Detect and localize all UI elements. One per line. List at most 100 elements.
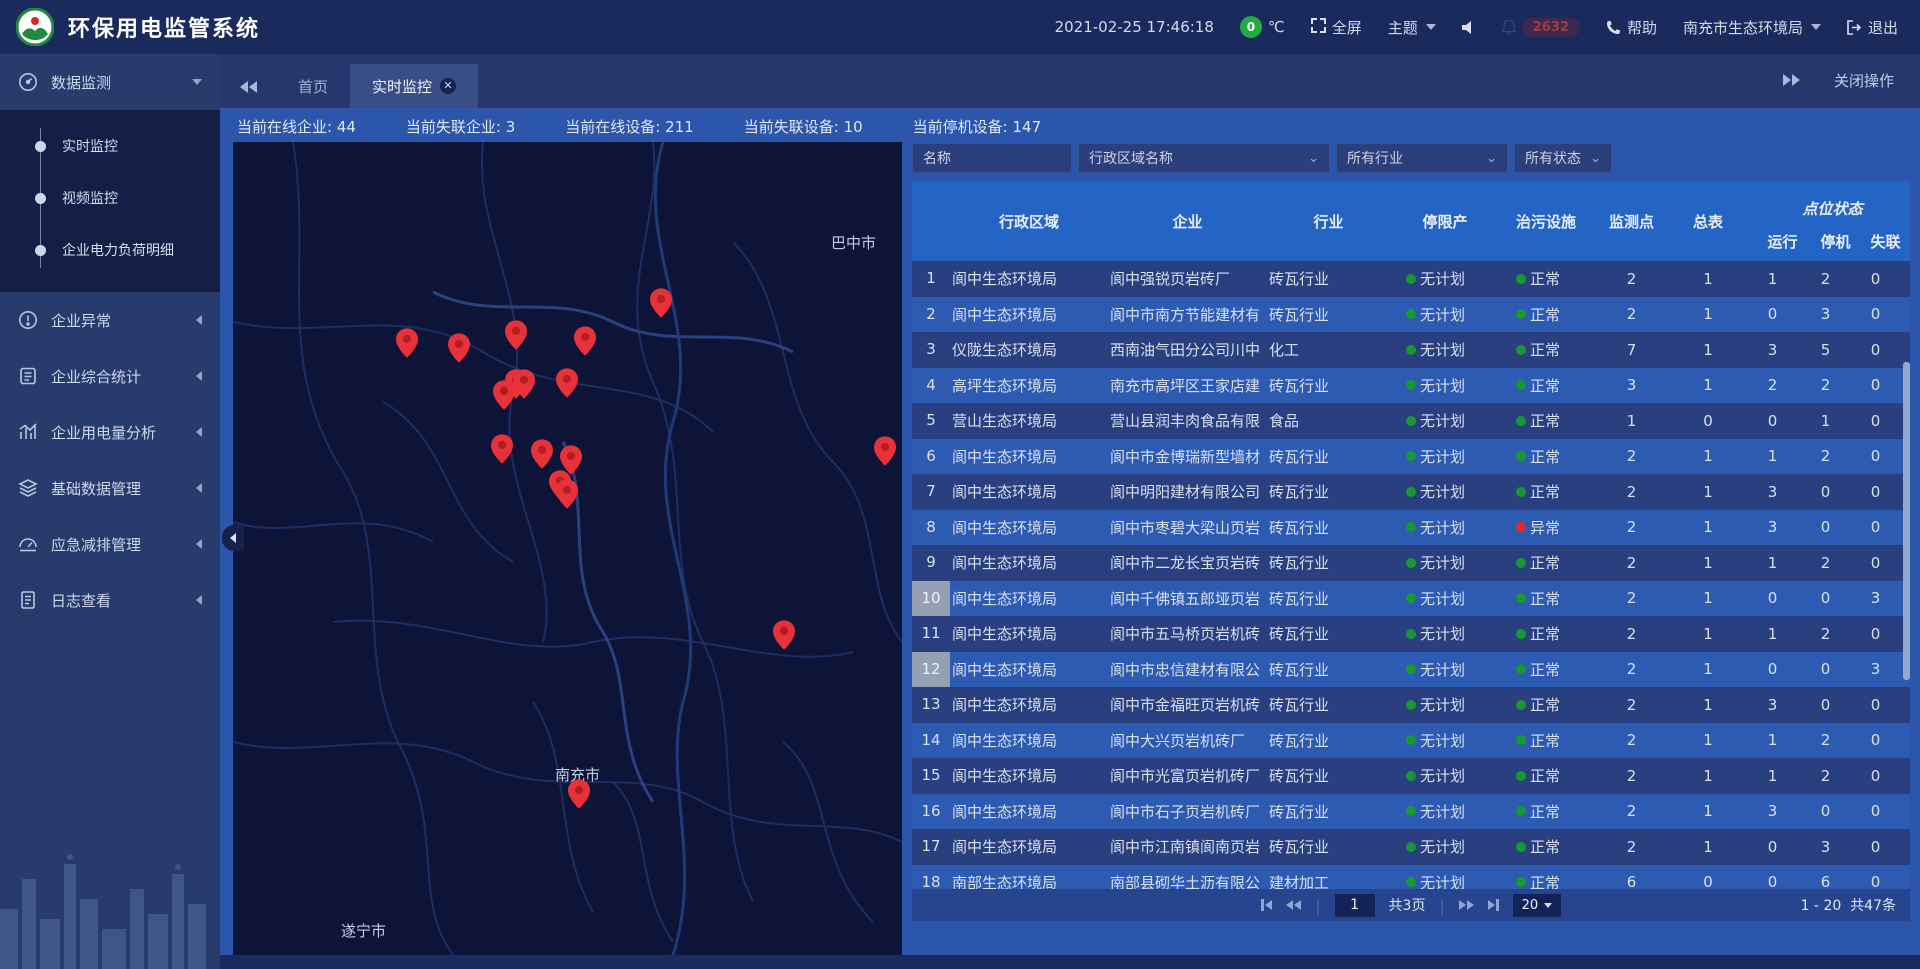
- facility-status-label: 正常: [1530, 481, 1560, 502]
- cell-stop: 3: [1800, 305, 1851, 323]
- last-page-button[interactable]: [1488, 899, 1499, 911]
- cell-industry: 建材加工: [1267, 872, 1390, 889]
- help-button[interactable]: 帮助: [1606, 17, 1657, 38]
- cell-stop: 2: [1800, 376, 1851, 394]
- total-pages-label: 共3页: [1389, 895, 1426, 915]
- cell-meter: 1: [1671, 625, 1745, 643]
- row-index: 17: [912, 829, 950, 865]
- table-row[interactable]: 9阆中生态环境局阆中市二龙长宝页岩砖砖瓦行业无计划正常21120: [912, 545, 1910, 581]
- table-row[interactable]: 13阆中生态环境局阆中市金福旺页岩机砖砖瓦行业无计划正常21300: [912, 687, 1910, 723]
- sound-button[interactable]: [1462, 21, 1476, 34]
- sidebar-item-3[interactable]: 基础数据管理: [0, 460, 220, 516]
- cell-run: 2: [1745, 376, 1800, 394]
- sidebar-item-0[interactable]: 企业异常: [0, 292, 220, 348]
- table-row[interactable]: 5营山生态环境局营山县润丰肉食品有限食品无计划正常10010: [912, 403, 1910, 439]
- map-pin-6[interactable]: [493, 380, 515, 410]
- region-filter-dropdown[interactable]: 行政区域名称 ⌄: [1078, 143, 1330, 173]
- table-row[interactable]: 16阆中生态环境局阆中市石子页岩机砖厂砖瓦行业无计划正常21300: [912, 794, 1910, 830]
- map-pin-14[interactable]: [874, 436, 896, 466]
- facility-status-label: 正常: [1530, 872, 1560, 889]
- table-row[interactable]: 11阆中生态环境局阆中市五马桥页岩机砖砖瓦行业无计划正常21120: [912, 616, 1910, 652]
- table-row[interactable]: 14阆中生态环境局阆中大兴页岩机砖厂砖瓦行业无计划正常21120: [912, 723, 1910, 759]
- org-dropdown[interactable]: 南充市生态环境局: [1683, 17, 1821, 38]
- sidebar-item-label: 企业综合统计: [51, 366, 196, 387]
- industry-filter-dropdown[interactable]: 所有行业 ⌄: [1336, 143, 1508, 173]
- sidebar-subitem-2[interactable]: 企业电力负荷明细: [0, 224, 220, 276]
- report-icon: [18, 366, 38, 386]
- facility-status-label: 正常: [1530, 375, 1560, 396]
- sidebar-subitem-0[interactable]: 实时监控: [0, 120, 220, 172]
- cell-meter: 1: [1671, 518, 1745, 536]
- col-stop: 停机: [1810, 231, 1861, 252]
- tab-realtime-monitor[interactable]: 实时监控 ✕: [350, 64, 478, 108]
- prev-page-button[interactable]: [1286, 900, 1301, 910]
- phone-icon: [1606, 20, 1621, 35]
- cell-industry: 化工: [1267, 339, 1390, 360]
- map-pin-2[interactable]: [505, 320, 527, 350]
- map-pin-8[interactable]: [556, 368, 578, 398]
- table-row[interactable]: 7阆中生态环境局阆中明阳建材有限公司砖瓦行业无计划正常21300: [912, 474, 1910, 510]
- bullet-dot-icon: [35, 245, 46, 256]
- map-panel[interactable]: 巴中市南充市遂宁市: [233, 142, 902, 955]
- sidebar-item-data-monitor[interactable]: 数据监测: [0, 54, 220, 110]
- map-pin-9[interactable]: [491, 434, 513, 464]
- cell-stop: 3: [1800, 838, 1851, 856]
- name-filter-input[interactable]: [912, 143, 1072, 173]
- cell-meter: 1: [1671, 270, 1745, 288]
- map-pin-1[interactable]: [448, 333, 470, 363]
- notification-area[interactable]: 2632: [1502, 18, 1580, 37]
- map-pin-4[interactable]: [650, 288, 672, 318]
- map-pin-3[interactable]: [574, 326, 596, 356]
- sidebar-subitem-label: 实时监控: [62, 136, 118, 156]
- map-pin-7[interactable]: [513, 369, 535, 399]
- table-row[interactable]: 15阆中生态环境局阆中市光富页岩机砖厂砖瓦行业无计划正常21120: [912, 758, 1910, 794]
- table-row[interactable]: 1阆中生态环境局阆中强锐页岩砖厂砖瓦行业无计划正常21120: [912, 261, 1910, 297]
- map-pin-0[interactable]: [396, 328, 418, 358]
- tabs-scroll-right-button[interactable]: [1783, 74, 1800, 86]
- map-pin-13[interactable]: [556, 479, 578, 509]
- table-row[interactable]: 10阆中生态环境局阆中千佛镇五郎垭页岩砖瓦行业无计划正常21003: [912, 581, 1910, 617]
- tabs-scroll-left-button[interactable]: [220, 66, 276, 108]
- limit-status-label: 无计划: [1420, 836, 1465, 857]
- sidebar-item-label: 应急减排管理: [51, 534, 196, 555]
- sidebar-item-1[interactable]: 企业综合统计: [0, 348, 220, 404]
- map-pin-10[interactable]: [531, 439, 553, 469]
- table-row[interactable]: 4高坪生态环境局南充市高坪区王家店建砖瓦行业无计划正常31220: [912, 368, 1910, 404]
- table-scrollbar-thumb[interactable]: [1903, 362, 1910, 680]
- table-row[interactable]: 8阆中生态环境局阆中市枣碧大梁山页岩砖瓦行业无计划异常21300: [912, 510, 1910, 546]
- map-collapse-handle[interactable]: [222, 525, 244, 551]
- temperature-badge: 0: [1240, 16, 1262, 38]
- chevron-down-icon: ⌄: [1308, 151, 1319, 166]
- theme-dropdown[interactable]: 主题: [1388, 17, 1436, 38]
- close-icon[interactable]: ✕: [440, 78, 456, 94]
- table-row[interactable]: 3仪陇生态环境局西南油气田分公司川中化工无计划正常71350: [912, 332, 1910, 368]
- page-size-select[interactable]: 20: [1513, 894, 1561, 917]
- stat-item-4: 当前停机设备: 147: [913, 116, 1041, 137]
- sidebar-subitem-label: 企业电力负荷明细: [62, 240, 174, 260]
- cell-company: 阆中市金福旺页岩机砖: [1108, 694, 1267, 715]
- temperature-unit: ℃: [1268, 18, 1285, 36]
- table-row[interactable]: 6阆中生态环境局阆中市金博瑞新型墙材砖瓦行业无计划正常21120: [912, 439, 1910, 475]
- tab-home[interactable]: 首页: [276, 64, 350, 108]
- sidebar-item-4[interactable]: 应急减排管理: [0, 516, 220, 572]
- next-page-button[interactable]: [1459, 900, 1474, 910]
- fullscreen-button[interactable]: 全屏: [1311, 17, 1362, 38]
- map-pin-15[interactable]: [773, 620, 795, 650]
- first-page-button[interactable]: [1261, 899, 1272, 911]
- table-row[interactable]: 17阆中生态环境局阆中市江南镇阆南页岩砖瓦行业无计划正常21030: [912, 829, 1910, 865]
- cell-company: 阆中市五马桥页岩机砖: [1108, 623, 1267, 644]
- logout-button[interactable]: 退出: [1847, 17, 1898, 38]
- map-pin-16[interactable]: [568, 779, 590, 809]
- table-row[interactable]: 12阆中生态环境局阆中市忠信建材有限公砖瓦行业无计划正常21003: [912, 652, 1910, 688]
- table-row[interactable]: 2阆中生态环境局阆中市南方节能建材有砖瓦行业无计划正常21030: [912, 297, 1910, 333]
- table-row[interactable]: 18南部生态环境局南部县砌华土沥有限公建材加工无计划正常60060: [912, 865, 1910, 890]
- page-number-input[interactable]: 1: [1335, 894, 1375, 917]
- cell-limit-status: 无计划: [1390, 588, 1500, 609]
- sidebar-item-2[interactable]: 企业用电量分析: [0, 404, 220, 460]
- sidebar-subitem-1[interactable]: 视频监控: [0, 172, 220, 224]
- cell-lost: 0: [1851, 554, 1900, 572]
- sidebar-item-5[interactable]: 日志查看: [0, 572, 220, 628]
- close-operations-button[interactable]: 关闭操作: [1834, 70, 1894, 91]
- cell-meter: 0: [1671, 412, 1745, 430]
- status-filter-dropdown[interactable]: 所有状态 ⌄: [1514, 143, 1612, 173]
